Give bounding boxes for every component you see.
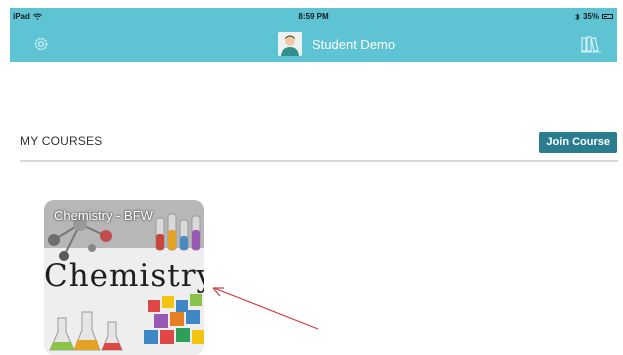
battery-icon [602,14,613,19]
status-bar: iPad 8:59 PM 35% [10,8,617,26]
avatar [278,32,302,56]
user-name: Student Demo [312,36,396,52]
course-card-chemistry[interactable]: Chemistry - BFW Chemistry [44,200,204,355]
user-avatar-icon [278,32,302,56]
join-course-button[interactable]: Join Course [539,132,617,153]
settings-button[interactable] [32,35,50,53]
nav-bar: Student Demo [10,26,617,62]
bluetooth-icon [575,12,580,21]
gear-icon [34,37,48,51]
course-cover-text: Chemistry [44,258,204,294]
section-divider [20,160,618,162]
status-time: 8:59 PM [298,12,329,21]
course-title: Chemistry - BFW [54,208,153,223]
library-icon [581,36,601,53]
battery-percent: 35% [582,12,599,21]
library-button[interactable] [581,35,601,53]
user-profile[interactable]: Student Demo [278,32,395,56]
status-right: 35% [575,12,613,21]
my-courses-heading: MY COURSES [20,134,103,148]
